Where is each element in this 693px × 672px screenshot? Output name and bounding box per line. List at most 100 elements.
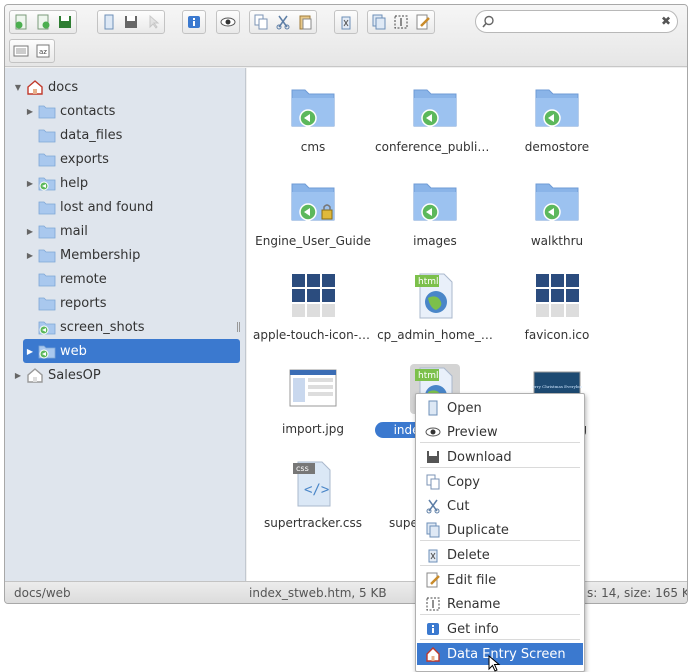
file-item[interactable]: Engine_User_Guide (253, 176, 373, 266)
edit-button[interactable] (412, 11, 434, 33)
expand-arrow-icon[interactable]: ▶ (25, 106, 35, 116)
tree-node-label: lost and found (60, 199, 154, 215)
menu-item-preview[interactable]: Preview (417, 421, 583, 443)
tree-node-salesop[interactable]: ▶ SalesOP (13, 363, 101, 387)
home-folder-icon (27, 80, 43, 95)
tree-node-docs[interactable]: ▼ docs (13, 75, 78, 99)
info-button[interactable] (183, 11, 205, 33)
collapse-arrow-icon[interactable]: ▼ (13, 82, 23, 92)
file-item[interactable]: demostore (497, 82, 617, 172)
menu-item-label: Rename (447, 596, 501, 612)
view-icons-button[interactable] (10, 40, 32, 62)
expand-arrow-icon[interactable]: ▶ (25, 250, 35, 260)
file-item[interactable]: html cp_admin_home_… (375, 270, 495, 360)
open-button[interactable] (98, 11, 120, 33)
shared-folder-icon (38, 321, 56, 335)
menu-item-duplicate[interactable]: Duplicate (417, 519, 583, 541)
menu-item-rename[interactable]: Rename (417, 593, 583, 615)
expand-arrow-icon[interactable]: ▶ (25, 178, 35, 188)
expand-arrow-icon[interactable]: ▶ (13, 370, 23, 380)
preview-button[interactable] (217, 11, 239, 33)
search-box: ✖ (475, 10, 678, 33)
disk-icon (125, 16, 137, 28)
tree-node-membership[interactable]: ▶ Membership (25, 243, 140, 267)
delete-button[interactable] (335, 11, 357, 33)
clear-search-icon[interactable]: ✖ (661, 14, 671, 28)
image-screenshot-icon (289, 369, 337, 407)
tree-node-data-files[interactable]: data_files (25, 123, 122, 147)
file-name: import.jpg (281, 422, 344, 436)
toolbar-group-info (182, 10, 206, 34)
tree-node-label: exports (60, 151, 109, 167)
copy-icon (425, 474, 441, 490)
menu-item-download[interactable]: Download (417, 446, 583, 468)
folder-shared-icon (535, 183, 579, 221)
tree-node-help[interactable]: ▶ help (25, 171, 88, 195)
grid-view-icon (13, 45, 29, 57)
expand-arrow-icon[interactable]: ▶ (25, 226, 35, 236)
menu-item-label: Delete (447, 547, 490, 563)
tree-node-label: screen_shots (60, 319, 145, 335)
folder-shared-icon (413, 89, 457, 127)
file-item[interactable]: import.jpg (253, 364, 373, 454)
expand-arrow-icon[interactable]: ▶ (25, 346, 35, 356)
sort-icon: az (36, 44, 50, 58)
tree-node-label: mail (60, 223, 88, 239)
search-input[interactable] (498, 14, 658, 30)
tree-node-reports[interactable]: reports (25, 291, 106, 315)
menu-item-label: Preview (447, 424, 498, 440)
select-button[interactable] (142, 11, 164, 33)
tree-node-remote[interactable]: remote (25, 267, 107, 291)
file-item[interactable]: apple-touch-icon-p… (253, 270, 373, 360)
cut-button[interactable] (272, 11, 294, 33)
rename-button[interactable] (390, 11, 412, 33)
duplicate-icon (372, 14, 386, 30)
file-item[interactable]: images (375, 176, 495, 266)
file-item[interactable]: favicon.ico (497, 270, 617, 360)
menu-item-get-info[interactable]: Get info (417, 618, 583, 640)
menu-item-label: Edit file (447, 572, 497, 588)
tree-node-label: remote (60, 271, 107, 287)
tree-node-mail[interactable]: ▶ mail (25, 219, 88, 243)
folder-icon (38, 105, 56, 119)
menu-item-label: Cut (447, 498, 470, 514)
paste-button[interactable] (294, 11, 316, 33)
back-button[interactable] (10, 11, 32, 33)
tree-node-screen-shots[interactable]: screen_shots (25, 315, 145, 339)
tree-node-web[interactable]: ▶ web (23, 339, 240, 363)
file-item[interactable]: cms (253, 82, 373, 172)
tree-node-label: docs (48, 79, 79, 95)
file-name: cms (300, 140, 326, 154)
new-file-button[interactable] (32, 11, 54, 33)
duplicate-button[interactable] (368, 11, 390, 33)
file-item[interactable]: walkthru (497, 176, 617, 266)
svg-text:</>: </> (304, 482, 329, 498)
menu-item-edit-file[interactable]: Edit file (417, 569, 583, 591)
home-icon (425, 646, 441, 662)
file-item[interactable]: conference_public… (375, 82, 495, 172)
menu-item-cut[interactable]: Cut (417, 495, 583, 517)
disk-button[interactable] (120, 11, 142, 33)
scissors-icon (425, 498, 441, 514)
menu-item-copy[interactable]: Copy (417, 471, 583, 493)
folder-icon (38, 225, 56, 239)
menu-item-delete[interactable]: Delete (417, 544, 583, 566)
folder-tree: ▼ docs ▶ SalesOP ▶ contacts data_filesexpo… (5, 68, 246, 581)
folder-icon (38, 249, 56, 263)
save-button[interactable] (54, 11, 76, 33)
menu-item-open[interactable]: Open (417, 397, 583, 419)
tree-node-exports[interactable]: exports (25, 147, 109, 171)
tree-node-contacts[interactable]: ▶ contacts (25, 99, 116, 123)
file-item[interactable]: css </> supertracker.css (253, 458, 373, 548)
duplicate-icon (425, 522, 441, 538)
tree-node-lost-and-found[interactable]: lost and found (25, 195, 153, 219)
toolbar-group-edit (367, 10, 435, 34)
file-name: supertracker.css (263, 516, 363, 530)
folder-shared-icon (413, 183, 457, 221)
sort-button[interactable]: az (32, 40, 54, 62)
copy-button[interactable] (250, 11, 272, 33)
context-menu: Open Preview Download Copy Cut Duplicate Delet… (415, 393, 585, 672)
resize-handle[interactable] (237, 322, 240, 332)
